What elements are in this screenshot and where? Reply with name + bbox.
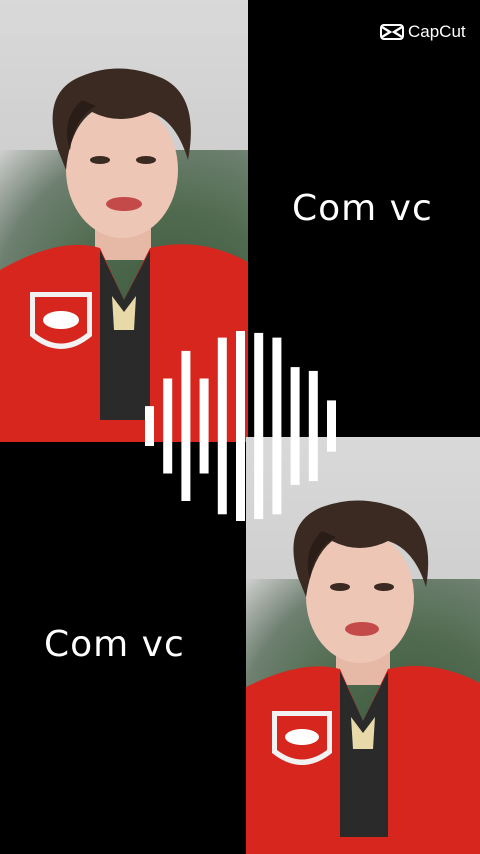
portrait-figure: [246, 500, 480, 854]
photo-bottom-right: [246, 437, 480, 854]
caption-top: Com vc: [292, 188, 433, 229]
caption-bottom: Com vc: [44, 624, 185, 665]
photo-top-left: [0, 0, 248, 442]
capcut-watermark: CapCut: [380, 22, 466, 42]
portrait-figure: [0, 68, 248, 442]
capcut-logo-icon: [380, 24, 404, 40]
watermark-text: CapCut: [408, 22, 466, 41]
